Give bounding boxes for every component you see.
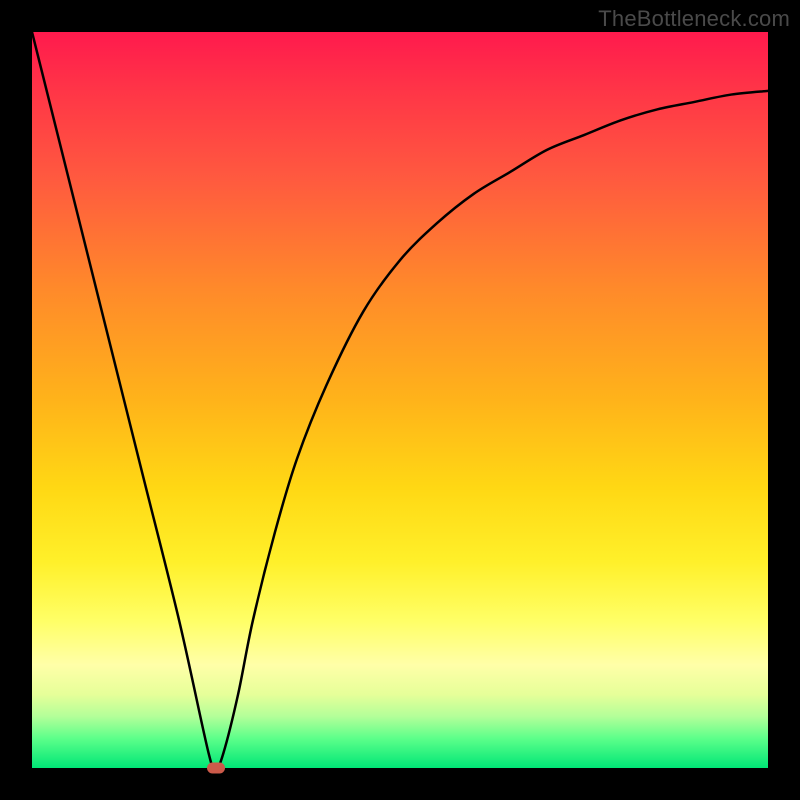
watermark-text: TheBottleneck.com (598, 6, 790, 32)
minimum-marker (207, 763, 225, 774)
chart-frame: TheBottleneck.com (0, 0, 800, 800)
curve-path (32, 32, 768, 768)
plot-area (32, 32, 768, 768)
bottleneck-curve (32, 32, 768, 768)
